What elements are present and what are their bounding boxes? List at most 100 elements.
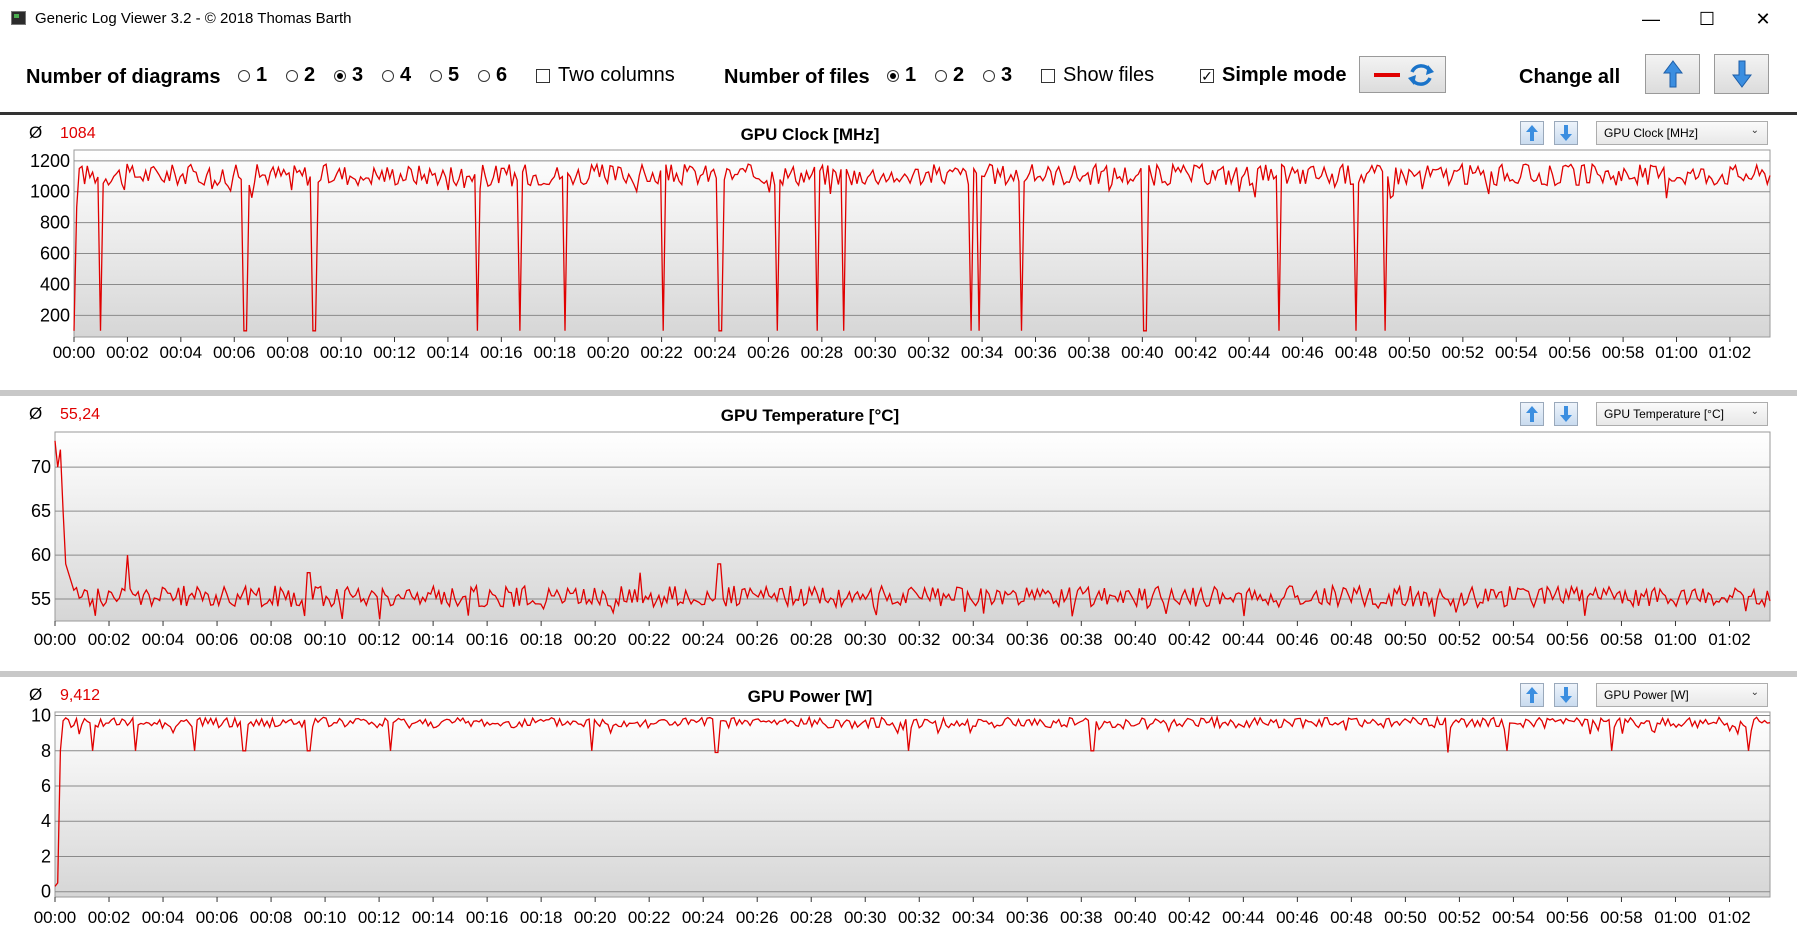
x-tick-label: 00:14: [412, 908, 455, 927]
minimize-button[interactable]: —: [1623, 0, 1679, 38]
x-tick-label: 00:32: [898, 630, 941, 649]
x-tick-label: 00:54: [1495, 343, 1538, 362]
diagrams-option-label: 6: [496, 64, 508, 86]
files-option-radio[interactable]: [983, 69, 995, 82]
x-tick-label: 00:50: [1388, 343, 1431, 362]
x-tick-label: 00:22: [628, 908, 671, 927]
x-tick-label: 00:58: [1602, 343, 1645, 362]
change-all-down-button[interactable]: [1714, 54, 1769, 94]
x-tick-label: 00:50: [1384, 630, 1427, 649]
x-tick-label: 00:52: [1442, 343, 1485, 362]
x-tick-label: 00:00: [34, 908, 77, 927]
diagrams-option-radio[interactable]: [382, 69, 394, 82]
diagrams-option-4[interactable]: 4: [382, 64, 411, 87]
x-tick-label: 00:46: [1276, 630, 1319, 649]
x-tick-label: 00:18: [520, 908, 563, 927]
x-tick-label: 01:00: [1655, 343, 1698, 362]
close-button[interactable]: ✕: [1735, 0, 1791, 38]
x-tick-label: 00:36: [1014, 343, 1057, 362]
diagrams-option-6[interactable]: 6: [478, 64, 507, 87]
x-tick-label: 00:30: [854, 343, 897, 362]
diagrams-option-label: 1: [256, 64, 268, 86]
diagrams-option-1[interactable]: 1: [238, 64, 267, 87]
two-columns-option[interactable]: Two columns: [536, 64, 675, 87]
x-tick-label: 00:18: [520, 630, 563, 649]
diagrams-option-3[interactable]: 3: [334, 64, 363, 87]
x-tick-label: 01:00: [1654, 908, 1697, 927]
x-tick-label: 00:34: [952, 630, 995, 649]
chart-panel-gpu-temperature: Ø 55,24 GPU Temperature [°C] GPU Temperatur…: [0, 396, 1797, 671]
y-tick-label: 65: [31, 501, 51, 521]
diagrams-option-radio[interactable]: [478, 69, 490, 82]
x-tick-label: 00:54: [1492, 908, 1535, 927]
y-tick-label: 10: [31, 706, 51, 726]
x-tick-label: 00:26: [736, 630, 779, 649]
x-tick-label: 00:38: [1060, 630, 1103, 649]
x-tick-label: 00:48: [1330, 630, 1373, 649]
y-tick-label: 55: [31, 589, 51, 609]
x-tick-label: 01:02: [1708, 630, 1751, 649]
x-tick-label: 00:06: [196, 630, 239, 649]
change-all-up-button[interactable]: [1645, 54, 1700, 94]
two-columns-checkbox[interactable]: [536, 68, 550, 83]
x-tick-label: 00:20: [574, 630, 617, 649]
x-tick-label: 00:18: [533, 343, 576, 362]
diagrams-option-radio[interactable]: [286, 69, 298, 82]
x-tick-label: 00:26: [736, 908, 779, 927]
title-bar: Generic Log Viewer 3.2 - © 2018 Thomas B…: [0, 0, 1797, 38]
change-all-label: Change all: [1519, 66, 1621, 88]
files-option-1[interactable]: 1: [887, 64, 916, 87]
simple-mode-checkbox[interactable]: ✓: [1200, 68, 1214, 83]
x-tick-label: 00:56: [1546, 908, 1589, 927]
files-option-radio[interactable]: [887, 69, 899, 82]
show-files-checkbox[interactable]: [1041, 68, 1055, 83]
simple-mode-option[interactable]: ✓ Simple mode: [1200, 64, 1346, 87]
diagrams-option-2[interactable]: 2: [286, 64, 315, 87]
x-tick-label: 00:10: [304, 630, 347, 649]
y-tick-label: 2: [41, 846, 51, 866]
x-tick-label: 00:42: [1174, 343, 1217, 362]
x-tick-label: 00:46: [1281, 343, 1324, 362]
two-columns-label: Two columns: [558, 64, 675, 86]
x-tick-label: 00:34: [952, 908, 995, 927]
x-tick-label: 00:36: [1006, 908, 1049, 927]
x-tick-label: 00:52: [1438, 908, 1481, 927]
refresh-icon: [1373, 63, 1434, 86]
x-tick-label: 01:00: [1654, 630, 1697, 649]
x-tick-label: 00:12: [373, 343, 416, 362]
y-tick-label: 60: [31, 545, 51, 565]
diagrams-option-5[interactable]: 5: [430, 64, 459, 87]
x-tick-label: 00:22: [640, 343, 683, 362]
y-tick-label: 1200: [30, 151, 70, 171]
maximize-button[interactable]: ☐: [1679, 0, 1735, 38]
arrow-down-icon: [1731, 60, 1752, 88]
diagrams-option-label: 3: [352, 64, 364, 86]
y-tick-label: 800: [40, 213, 70, 233]
files-option-2[interactable]: 2: [935, 64, 964, 87]
line-color-refresh-button[interactable]: [1359, 56, 1446, 93]
x-tick-label: 00:14: [412, 630, 455, 649]
x-tick-label: 01:02: [1708, 908, 1751, 927]
x-tick-label: 00:28: [790, 630, 833, 649]
x-tick-label: 00:02: [88, 908, 131, 927]
files-option-3[interactable]: 3: [983, 64, 1012, 87]
x-tick-label: 00:30: [844, 630, 887, 649]
x-tick-label: 00:50: [1384, 908, 1427, 927]
x-tick-label: 00:20: [574, 908, 617, 927]
diagrams-option-label: 2: [304, 64, 316, 86]
x-tick-label: 00:28: [790, 908, 833, 927]
x-tick-label: 00:00: [34, 630, 77, 649]
x-tick-label: 00:08: [250, 908, 293, 927]
diagrams-option-radio[interactable]: [334, 69, 346, 82]
files-option-radio[interactable]: [935, 69, 947, 82]
x-tick-label: 00:26: [747, 343, 790, 362]
show-files-option[interactable]: Show files: [1041, 64, 1154, 87]
chart-panel-gpu-clock: Ø 1084 GPU Clock [MHz] GPU Clock [MHz] ⌄ 200 4…: [0, 115, 1797, 390]
x-tick-label: 00:20: [587, 343, 630, 362]
x-tick-label: 00:28: [801, 343, 844, 362]
diagrams-option-label: 5: [448, 64, 460, 86]
x-tick-label: 00:04: [142, 630, 185, 649]
diagrams-option-radio[interactable]: [430, 69, 442, 82]
x-tick-label: 00:12: [358, 630, 401, 649]
diagrams-option-radio[interactable]: [238, 69, 250, 82]
